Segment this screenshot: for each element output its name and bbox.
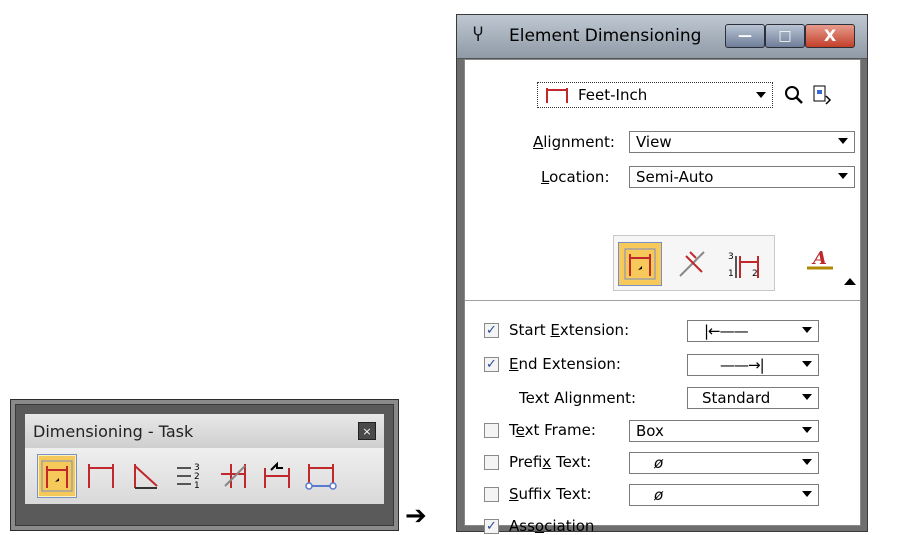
dimensioning-task-toolbar: Dimensioning - Task × 3 2 1 [10,399,399,531]
text-frame-label: Text Frame: [509,421,596,439]
chevron-down-icon [802,427,812,433]
prefix-text-label: Prefix Text: [509,453,592,471]
angle-mode-button[interactable] [670,242,714,286]
close-button[interactable]: X [805,24,855,48]
suffix-text-checkbox[interactable] [484,487,499,502]
change-dimension-tool[interactable] [257,454,297,498]
start-extension-checkbox[interactable]: ✓ [484,323,499,338]
end-extension-value: ——→| [720,356,765,374]
dimension-element-mode-button[interactable] [618,242,662,286]
ordinate-mode-button[interactable]: 3 1 2 [722,242,766,286]
angle-between-icon [679,251,705,277]
text-alignment-select[interactable]: Standard [687,387,819,409]
ordinate-dimension-icon: 3 1 2 [728,252,759,279]
angle-size-icon [134,464,158,489]
section-divider [465,300,860,301]
ordinate-tool[interactable]: 3 2 1 [169,454,209,498]
window-title: Element Dimensioning [509,26,702,46]
svg-text:1: 1 [728,269,734,279]
start-extension-value: |←—— [704,322,749,340]
dimension-style-select[interactable]: Feet-Inch [537,82,773,108]
alignment-select[interactable]: View [629,131,855,153]
prefix-text-select[interactable]: ø [629,452,819,474]
dimension-size-tool[interactable] [301,454,341,498]
minimize-button[interactable]: — [725,24,765,48]
maximize-button[interactable]: □ [765,24,805,48]
dimension-style-icon [546,88,568,103]
dimension-size-icon [305,464,337,490]
close-icon[interactable]: × [358,422,376,440]
ordinate-icon: 3 2 1 [177,463,200,491]
linear-size-tool[interactable] [81,454,121,498]
text-alignment-label: Text Alignment: [519,389,637,407]
svg-text:3: 3 [728,252,734,262]
dimension-mode-group: 3 1 2 [613,235,775,291]
linear-size-icon [88,464,114,488]
start-extension-label: Start Extension: [509,321,630,339]
chevron-down-icon [838,138,848,144]
chevron-down-icon [838,173,848,179]
location-value: Semi-Auto [636,168,714,186]
dimension-element-icon [624,248,656,280]
task-toolbar-title: Dimensioning - Task [33,421,194,441]
element-dimensioning-body: Feet-Inch Alignment: View Location: Semi… [464,59,861,535]
dimension-spacing-tool[interactable] [213,454,253,498]
chevron-down-icon [802,459,812,465]
dimension-element-icon [41,460,73,492]
angle-size-tool[interactable] [125,454,165,498]
chevron-down-icon [756,92,766,98]
prefix-text-checkbox[interactable] [484,455,499,470]
text-alignment-value: Standard [702,389,771,407]
right-arrow-icon: ➔ [405,501,427,531]
chevron-down-icon [802,327,812,333]
chevron-down-icon [802,491,812,497]
location-select[interactable]: Semi-Auto [629,166,855,188]
task-toolbar-titlebar[interactable]: Dimensioning - Task × [25,414,384,448]
suffix-text-select[interactable]: ø [629,484,819,506]
text-frame-value: Box [636,422,664,440]
change-dimension-icon [264,461,290,488]
association-label: Association [509,517,595,535]
svg-text:1: 1 [194,481,200,491]
dimension-style-value: Feet-Inch [578,86,648,104]
style-settings-icon[interactable] [811,84,833,106]
suffix-text-label: Suffix Text: [509,485,592,503]
text-frame-checkbox[interactable] [484,423,499,438]
element-dimensioning-titlebar[interactable]: Ⴤ Element Dimensioning — □ X [457,15,867,59]
end-extension-checkbox[interactable]: ✓ [484,357,499,372]
app-icon: Ⴤ [473,26,484,46]
suffix-text-value: ø [654,486,664,504]
alignment-value: View [636,133,672,151]
text-frame-select[interactable]: Box [629,420,819,442]
collapse-up-icon[interactable] [843,276,857,286]
start-extension-select[interactable]: |←—— [687,320,819,342]
svg-text:A: A [811,248,827,269]
prefix-text-value: ø [654,454,664,472]
element-dimensioning-window: Ⴤ Element Dimensioning — □ X Feet-Inch A… [456,14,868,535]
text-style-icon[interactable]: A [805,246,837,276]
search-icon[interactable] [783,84,805,106]
chevron-down-icon [802,361,812,367]
alignment-label: Alignment: [533,133,615,151]
dimension-spacing-icon [221,464,246,488]
end-extension-label: End Extension: [509,355,621,373]
dimension-element-tool[interactable] [37,454,77,498]
svg-text:2: 2 [752,269,758,279]
chevron-down-icon [802,394,812,400]
association-checkbox[interactable]: ✓ [484,519,499,534]
end-extension-select[interactable]: ——→| [687,354,819,376]
location-label: Location: [541,168,610,186]
task-toolbar-tools: 3 2 1 [25,448,384,504]
